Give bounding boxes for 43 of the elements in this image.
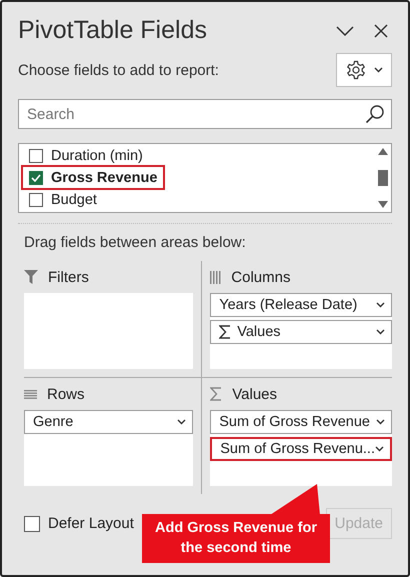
settings-button[interactable]: [336, 53, 392, 87]
field-pill[interactable]: Years (Release Date): [210, 293, 392, 317]
areas-caption: Drag fields between areas below:: [24, 234, 247, 251]
defer-checkbox[interactable]: [24, 516, 40, 532]
search-field[interactable]: Search: [18, 99, 392, 129]
area-label: Columns: [231, 268, 290, 286]
field-checkbox[interactable]: [29, 192, 43, 206]
field-item[interactable]: Budget: [23, 189, 163, 210]
field-pill[interactable]: Sum of Gross Revenue: [210, 410, 392, 434]
field-pill[interactable]: Values: [210, 320, 392, 344]
field-item[interactable]: Gross Revenue: [23, 167, 164, 188]
sigma-icon: [219, 325, 232, 339]
drop-area[interactable]: Genre: [24, 410, 194, 486]
chevron-down-icon[interactable]: [336, 26, 354, 36]
caret-icon: [376, 419, 385, 425]
caret-icon: [177, 419, 186, 425]
area-label: Filters: [48, 268, 89, 286]
area-label: Values: [232, 386, 278, 402]
caret-icon: [374, 67, 382, 73]
area-label: Rows: [47, 386, 85, 402]
drop-area[interactable]: Sum of Gross Revenue Sum of Gross Revenu...: [210, 410, 392, 486]
caret-icon: [376, 329, 385, 335]
close-icon[interactable]: [374, 24, 388, 38]
caret-icon: [376, 302, 385, 308]
columns-icon: [210, 270, 222, 284]
sigma-icon: [210, 387, 222, 401]
search-icon: [365, 104, 385, 124]
scroll-up-icon[interactable]: [378, 148, 388, 155]
drop-area[interactable]: Years (Release Date) Values: [210, 293, 392, 369]
rows-icon: [24, 390, 37, 398]
instruction-text: Choose fields to add to report:: [18, 62, 219, 78]
filter-icon: [24, 270, 38, 284]
caret-icon: [375, 446, 384, 452]
defer-label: Defer Layout: [48, 515, 134, 532]
field-pill[interactable]: Sum of Gross Revenu...: [210, 437, 392, 461]
scroll-thumb[interactable]: [378, 170, 388, 186]
field-item[interactable]: Duration (min): [23, 145, 163, 166]
field-checkbox[interactable]: [29, 148, 43, 162]
settings-icon: [346, 60, 366, 80]
scroll-down-icon[interactable]: [378, 201, 388, 208]
field-checkbox[interactable]: [29, 170, 43, 184]
pane-title: PivotTable Fields: [18, 16, 207, 45]
field-pill[interactable]: Genre: [24, 410, 194, 434]
